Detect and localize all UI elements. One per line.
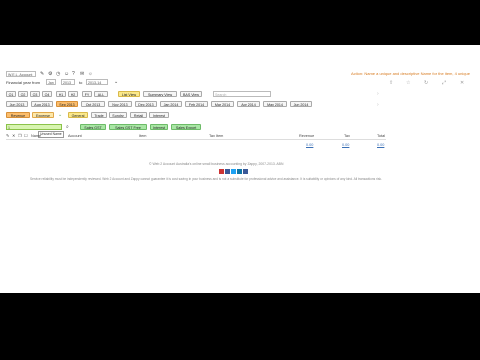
gear-icon[interactable]: ⚙ [48,71,52,77]
period-fy[interactable]: FY [82,91,92,97]
tooltip: Unused Name [38,131,64,138]
email-icon[interactable]: ✉ [80,71,84,77]
search-icon[interactable]: ⌕ [66,124,69,130]
summary-view-button[interactable]: Summary View [143,91,177,97]
from-month-select[interactable]: Jan [46,79,56,85]
year-select[interactable]: 2013 [61,79,75,85]
category-trade[interactable]: Trade [91,112,107,118]
total-revenue[interactable]: 0.00 [306,143,313,147]
expense-tab[interactable]: Expense [32,112,54,118]
facebook-icon[interactable] [243,169,248,174]
financial-year-label: Financial year from [6,80,41,85]
month-button[interactable]: Jan 2014 [160,101,182,107]
bas-view-button[interactable]: BAS View [180,91,202,97]
to-label: to [79,80,83,85]
sales-export-button[interactable]: Sales Export [171,124,201,130]
period-q2[interactable]: Q2 [18,91,28,97]
app-window: W.E.L. Account ✎ ⚙ ◷ ☺ ? ✉ ☼ Action: Nam… [0,45,480,293]
month-button[interactable]: Mar 2014 [211,101,234,107]
to-year-select[interactable]: 2013-14 [86,79,108,85]
refresh-icon[interactable]: ↻ [424,80,428,86]
category-general[interactable]: General [68,112,88,118]
month-button[interactable]: Aug 2013 [31,101,53,107]
month-button[interactable]: Jun 2014 [290,101,312,107]
period-q3[interactable]: Q3 [30,91,40,97]
disclaimer: Service reliability must be independentl… [30,177,382,181]
close-icon[interactable]: ✕ [460,80,464,86]
sales-gst-button[interactable]: Sales GST [80,124,106,130]
interest-button[interactable]: Interest [150,124,168,130]
column-header-total[interactable]: Total [377,134,385,138]
twitter-icon[interactable] [231,169,236,174]
category-sundry[interactable]: Sundry [109,112,127,118]
social-icons [219,169,269,174]
period-all[interactable]: ALL [94,91,108,97]
period-q1[interactable]: Q1 [6,91,16,97]
chevron-down-icon[interactable]: ⌄ [58,112,62,118]
month-button[interactable]: Jun 2013 [6,101,28,107]
month-button[interactable]: Oct 2013 [81,101,105,107]
column-header-item[interactable]: Item [139,134,146,138]
sales-gst-free-button[interactable]: Sales GST Free [109,124,147,130]
month-button-selected[interactable]: Sep 2013 [56,101,78,107]
month-button[interactable]: Dec 2013 [135,101,157,107]
user-icon[interactable]: ☺ [64,71,69,77]
facebook-icon[interactable] [225,169,230,174]
month-button[interactable]: Nov 2013 [108,101,132,107]
revenue-tab[interactable]: Revenue [6,112,30,118]
month-button[interactable]: Apr 2014 [237,101,260,107]
pin-icon[interactable]: ✎ [40,71,44,77]
month-button[interactable]: Feb 2014 [185,101,208,107]
entry-name-input[interactable]: 1 [6,124,62,130]
chevron-down-icon[interactable]: ⌄ [114,79,118,85]
column-header-name[interactable]: Name [31,134,41,138]
share-icon[interactable]: ⇧ [389,80,393,86]
bookmark-icon[interactable]: ☆ [406,80,410,86]
period-q4[interactable]: Q4 [42,91,52,97]
column-header-revenue[interactable]: Revenue [299,134,314,138]
category-retail[interactable]: Retail [130,112,147,118]
total-tax[interactable]: 0.00 [342,143,349,147]
logo-field[interactable]: W.E.L. Account [6,71,36,77]
month-button[interactable]: May 2014 [263,101,287,107]
status-message: Action: Name a unique and descriptive Na… [351,71,470,76]
column-header-tax[interactable]: Tax [344,134,350,138]
period-h1[interactable]: H1 [56,91,66,97]
list-view-button[interactable]: List View [118,91,140,97]
search-input[interactable]: Search [213,91,271,97]
settings-icon[interactable]: ☼ [88,71,93,77]
arrow-icon[interactable]: › [377,102,379,108]
help-icon[interactable]: ? [72,71,75,77]
category-interest[interactable]: Interest [149,112,169,118]
fullscreen-icon[interactable]: ⤢ [442,80,446,86]
arrow-icon[interactable]: › [377,91,379,97]
copyright: © Web 2 Account Australia's online small… [149,162,284,166]
period-h2[interactable]: H2 [68,91,78,97]
column-header-account[interactable]: Account [68,134,82,138]
google-plus-icon[interactable] [219,169,224,174]
clock-icon[interactable]: ◷ [56,71,60,77]
divider [6,139,386,140]
linkedin-icon[interactable] [237,169,242,174]
column-header-tax-item[interactable]: Tax Item [209,134,223,138]
total-total[interactable]: 0.00 [377,143,384,147]
